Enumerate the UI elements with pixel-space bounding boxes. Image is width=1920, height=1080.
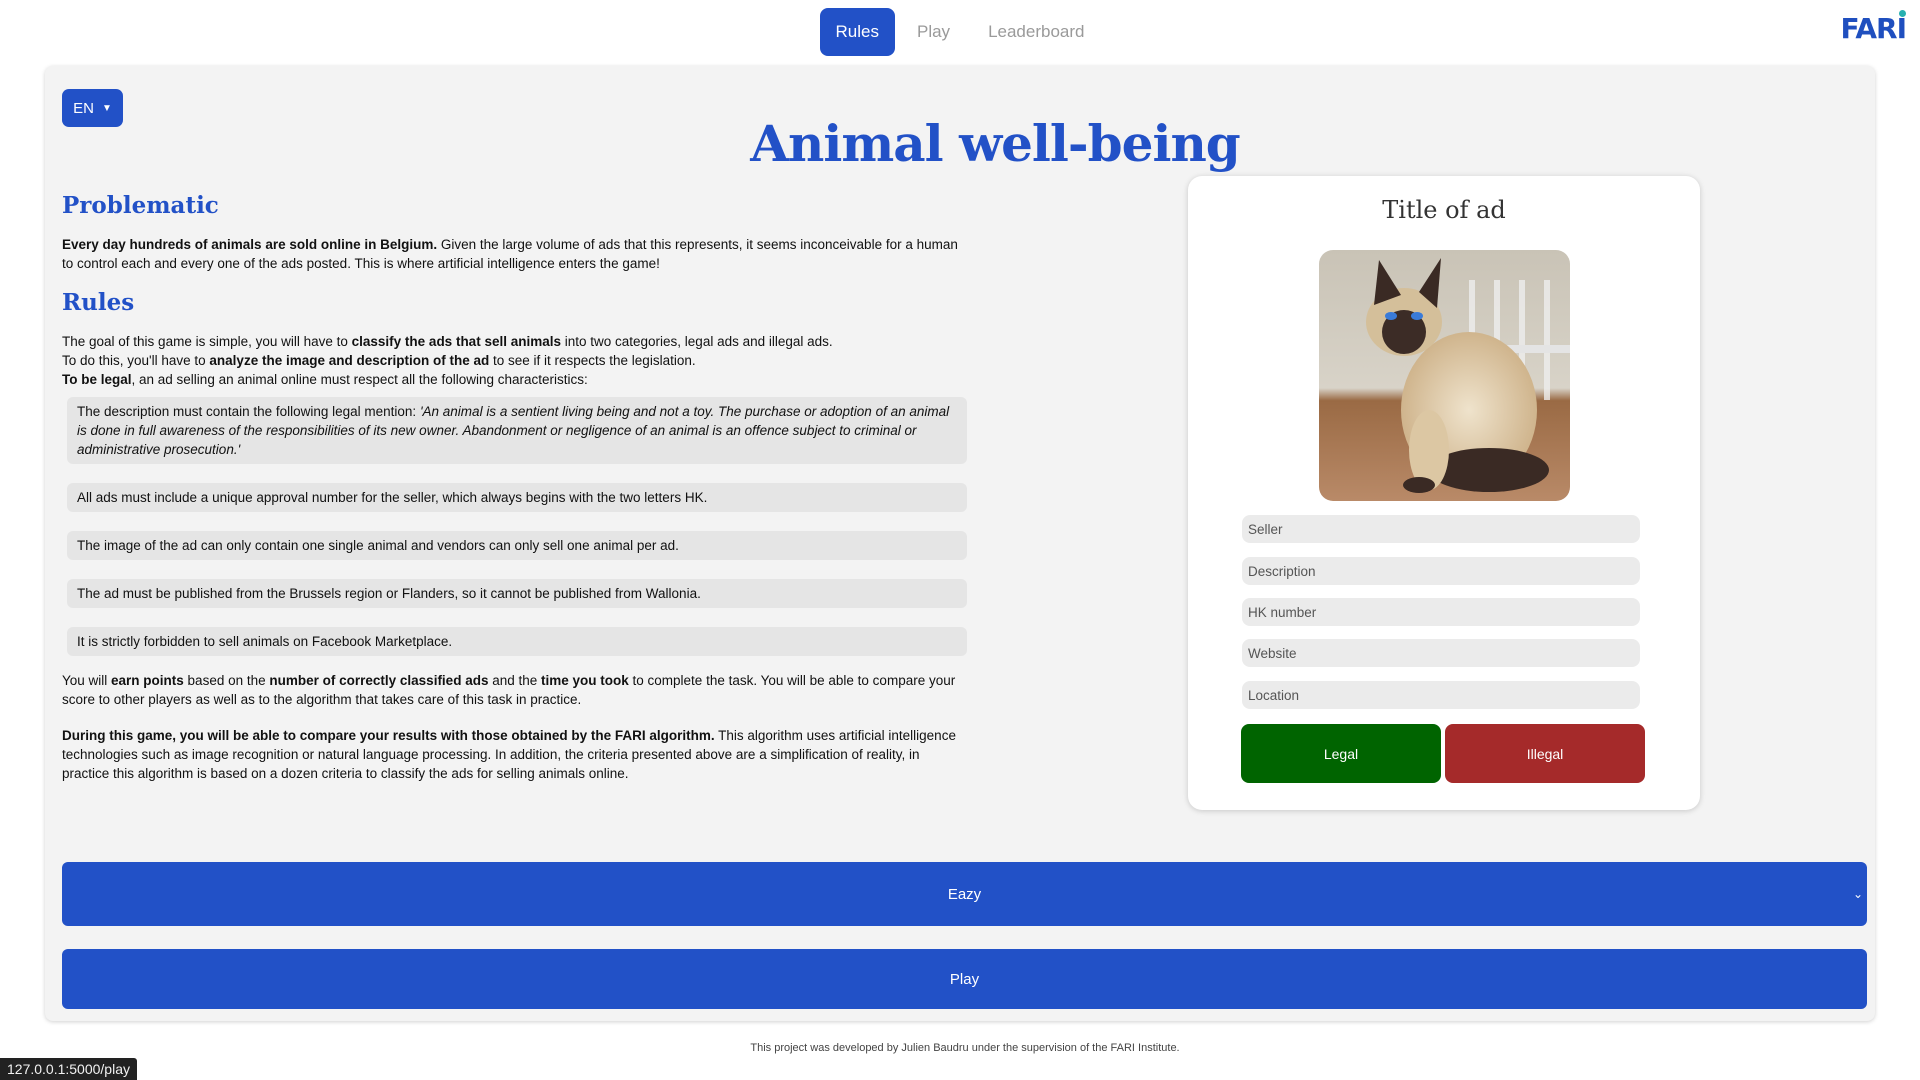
ad-seller-field: Seller <box>1242 515 1640 543</box>
rules-heading: Rules <box>62 289 135 316</box>
rules-intro-2: To do this, you'll have to analyze the i… <box>62 353 696 368</box>
legal-button[interactable]: Legal <box>1241 724 1441 783</box>
ad-website-field: Website <box>1242 639 1640 667</box>
difficulty-value: Eazy <box>947 885 982 903</box>
ad-image <box>1319 250 1570 501</box>
ad-description-field: Description <box>1242 557 1640 585</box>
play-button[interactable]: Play <box>62 949 1867 1009</box>
cat-photo-icon <box>1319 250 1570 501</box>
rules-section: Problematic Every day hundreds of animal… <box>62 192 967 783</box>
chevron-down-icon: ⌄ <box>1852 887 1863 901</box>
rule-legal-mention: The description must contain the followi… <box>67 397 967 464</box>
chevron-down-icon: ▼ <box>101 102 112 114</box>
ad-card: Title of ad Seller Description HK number… <box>1188 176 1700 810</box>
points-text: You will earn points based on the number… <box>62 673 956 707</box>
top-nav: Rules Play Leaderboard <box>0 8 1920 56</box>
rule-region: The ad must be published from the Brusse… <box>67 579 967 608</box>
illegal-button[interactable]: Illegal <box>1445 724 1645 783</box>
footer-credits: This project was developed by Julien Bau… <box>750 1042 1180 1054</box>
problematic-text: Every day hundreds of animals are sold o… <box>62 235 962 273</box>
algorithm-text: During this game, you will be able to co… <box>62 728 956 781</box>
rule-facebook: It is strictly forbidden to sell animals… <box>67 627 967 656</box>
logo-dot-icon <box>1899 10 1906 17</box>
rule-hk-number: All ads must include a unique approval n… <box>67 483 967 512</box>
problematic-bold: Every day hundreds of animals are sold o… <box>62 237 438 252</box>
status-url: 127.0.0.1:5000/play <box>0 1058 137 1080</box>
ad-title: Title of ad <box>1382 196 1506 224</box>
tab-play[interactable]: Play <box>901 8 966 56</box>
problematic-heading: Problematic <box>62 192 219 219</box>
tab-leaderboard[interactable]: Leaderboard <box>972 8 1100 56</box>
page-title: Animal well-being <box>750 113 1241 173</box>
main-card: EN ▼ Animal well-being Problematic Every… <box>45 66 1875 1021</box>
fari-logo[interactable]: FARI <box>1840 10 1907 45</box>
difficulty-select[interactable]: Eazy ⌄ <box>62 862 1867 926</box>
ad-hk-number-field: HK number <box>1242 598 1640 626</box>
tab-rules[interactable]: Rules <box>819 8 895 56</box>
fari-logo-text: FARI <box>1840 12 1907 45</box>
ad-location-field: Location <box>1242 681 1640 709</box>
rules-intro-3: To be legal, an ad selling an animal onl… <box>62 372 588 387</box>
rules-intro-1: The goal of this game is simple, you wil… <box>62 334 833 349</box>
rule-single-animal: The image of the ad can only contain one… <box>67 531 967 560</box>
